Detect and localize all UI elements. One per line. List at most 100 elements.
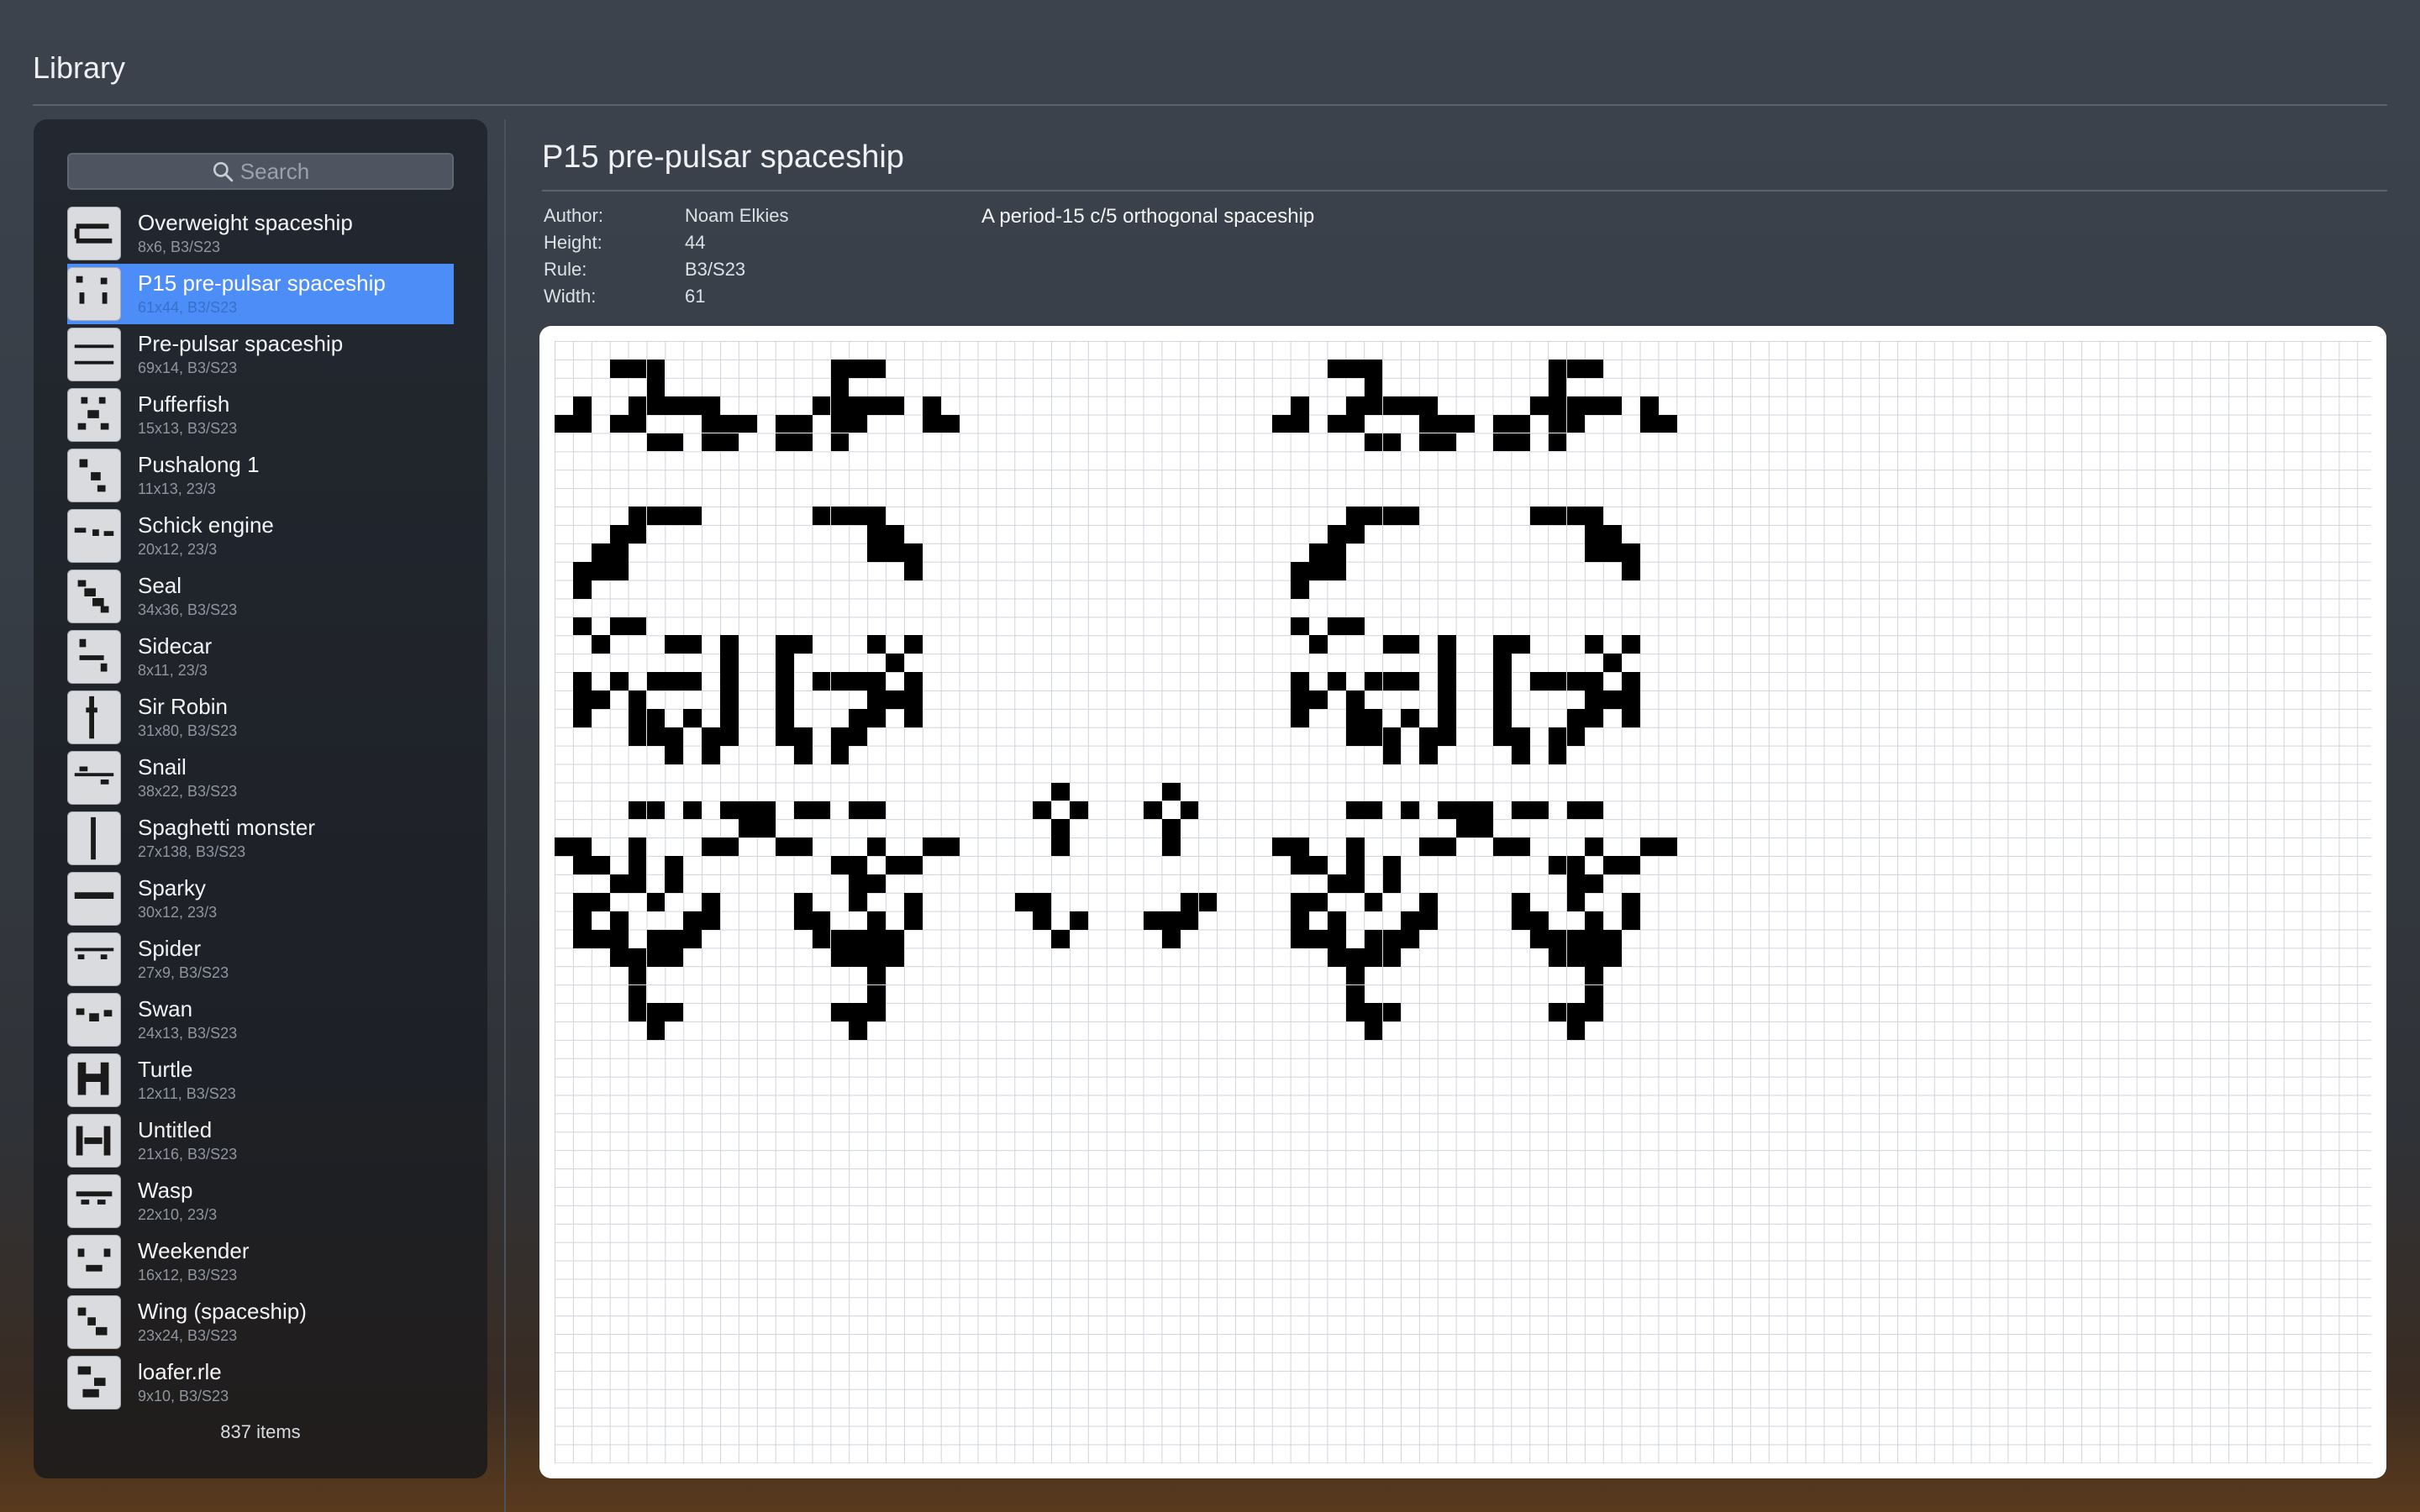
live-cell xyxy=(646,377,666,396)
pattern-canvas[interactable] xyxy=(539,326,2386,1478)
rule-value: B3/S23 xyxy=(685,259,746,280)
search-field[interactable]: Search xyxy=(67,153,454,190)
live-cell xyxy=(1143,911,1162,930)
pattern-thumbnail xyxy=(67,1295,121,1349)
item-meta: 15x13, B3/S23 xyxy=(138,420,238,437)
live-cell xyxy=(793,727,813,746)
list-item[interactable]: P15 pre-pulsar spaceship 61x44, B3/S23 xyxy=(67,264,454,324)
live-cell xyxy=(793,433,813,452)
live-cell xyxy=(665,745,684,764)
list-item[interactable]: Pushalong 1 11x13, 23/3 xyxy=(67,445,454,506)
list-item[interactable]: Turtle 12x11, B3/S23 xyxy=(67,1050,454,1110)
live-cell xyxy=(572,561,592,580)
item-meta: 8x11, 23/3 xyxy=(138,662,208,679)
live-cell xyxy=(720,654,739,673)
live-cell xyxy=(646,727,666,746)
live-cell xyxy=(867,672,886,691)
list-item[interactable]: Sir Robin 31x80, B3/S23 xyxy=(67,687,454,748)
live-cell xyxy=(702,727,721,746)
item-meta: 8x6, B3/S23 xyxy=(138,239,221,255)
live-cell xyxy=(665,929,684,948)
live-cell xyxy=(830,672,850,691)
live-cell xyxy=(572,672,592,691)
live-cell xyxy=(1364,1021,1383,1041)
live-cell xyxy=(591,893,610,911)
list-item[interactable]: Swan 24x13, B3/S23 xyxy=(67,990,454,1050)
live-cell xyxy=(702,396,721,415)
live-cell xyxy=(812,396,831,415)
list-item[interactable]: Sidecar 8x11, 23/3 xyxy=(67,627,454,687)
list-item[interactable]: Wing (spaceship) 23x24, B3/S23 xyxy=(67,1292,454,1352)
live-cell xyxy=(812,672,831,691)
live-cell xyxy=(867,966,886,985)
live-cell xyxy=(1511,433,1530,452)
live-cell xyxy=(1511,635,1530,654)
list-item[interactable]: Snail 38x22, B3/S23 xyxy=(67,748,454,808)
list-item[interactable]: Weekender 16x12, B3/S23 xyxy=(67,1231,454,1292)
live-cell xyxy=(1492,690,1512,709)
window-title: Library xyxy=(33,50,126,85)
live-cell xyxy=(904,690,923,709)
pattern-thumbnail xyxy=(67,1053,121,1107)
live-cell xyxy=(1622,690,1641,709)
list-item[interactable]: Overweight spaceship 8x6, B3/S23 xyxy=(67,203,454,264)
live-cell xyxy=(1345,966,1365,985)
live-cell xyxy=(1585,507,1604,525)
list-item[interactable]: Pufferfish 15x13, B3/S23 xyxy=(67,385,454,445)
live-cell xyxy=(572,396,592,415)
pane-divider[interactable] xyxy=(504,119,506,1512)
live-cell xyxy=(628,414,647,433)
live-cell xyxy=(1401,911,1420,930)
live-cell xyxy=(609,617,629,636)
item-name: Pufferfish xyxy=(138,391,230,417)
live-cell xyxy=(830,745,850,764)
list-item[interactable]: Untitled 21x16, B3/S23 xyxy=(67,1110,454,1171)
live-cell xyxy=(609,543,629,562)
live-cell xyxy=(886,396,905,415)
live-cell xyxy=(793,837,813,857)
live-cell xyxy=(940,837,960,857)
live-cell xyxy=(1033,911,1052,930)
live-cell xyxy=(1548,433,1567,452)
item-name: Turtle xyxy=(138,1057,193,1082)
live-cell xyxy=(793,893,813,911)
live-cell xyxy=(1585,911,1604,930)
live-cell xyxy=(1548,1003,1567,1022)
list-item[interactable]: Seal 34x36, B3/S23 xyxy=(67,566,454,627)
list-item[interactable]: Pre-pulsar spaceship 69x14, B3/S23 xyxy=(67,324,454,385)
list-item[interactable]: Wasp 22x10, 23/3 xyxy=(67,1171,454,1231)
live-cell xyxy=(1492,635,1512,654)
live-cell xyxy=(1419,414,1439,433)
list-item[interactable]: Sparky 30x12, 23/3 xyxy=(67,869,454,929)
list-item[interactable]: loafer.rle 9x10, B3/S23 xyxy=(67,1352,454,1413)
live-cell xyxy=(1161,819,1181,838)
live-cell xyxy=(849,414,868,433)
live-cell xyxy=(646,929,666,948)
live-cell xyxy=(1180,801,1199,820)
list-item[interactable]: Spaghetti monster 27x138, B3/S23 xyxy=(67,808,454,869)
live-cell xyxy=(702,433,721,452)
list-item[interactable]: Spider 27x9, B3/S23 xyxy=(67,929,454,990)
live-cell xyxy=(555,414,573,433)
live-cell xyxy=(628,984,647,1004)
width-row: Width: 61 xyxy=(544,286,788,312)
item-meta: 22x10, 23/3 xyxy=(138,1206,218,1223)
live-cell xyxy=(1640,414,1659,433)
item-name: Spider xyxy=(138,936,202,961)
live-cell xyxy=(1566,856,1586,875)
live-cell xyxy=(1548,414,1567,433)
live-cell xyxy=(756,819,776,838)
item-meta: 23x24, B3/S23 xyxy=(138,1327,238,1344)
live-cell xyxy=(1345,525,1365,543)
live-cell xyxy=(609,414,629,433)
live-cell xyxy=(904,856,923,875)
live-cell xyxy=(1291,561,1309,580)
author-label: Author: xyxy=(544,205,603,226)
live-cell xyxy=(1382,948,1402,967)
list-item[interactable]: Schick engine 20x12, 23/3 xyxy=(67,506,454,566)
item-name: Weekender xyxy=(138,1238,250,1263)
live-cell xyxy=(830,396,850,415)
live-cell xyxy=(886,525,905,543)
live-cell xyxy=(1438,654,1457,673)
live-cell xyxy=(886,948,905,967)
